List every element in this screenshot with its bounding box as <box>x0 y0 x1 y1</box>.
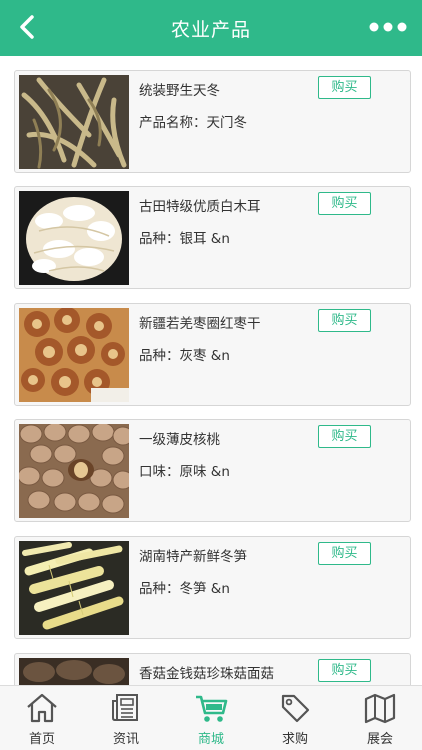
buy-button[interactable]: 购买 <box>318 192 371 215</box>
home-icon <box>27 693 57 723</box>
product-spec: 产品名称：天门冬 <box>139 115 247 131</box>
product-name: 一级薄皮核桃 <box>139 432 220 448</box>
buy-button[interactable]: 购买 <box>318 425 371 448</box>
tab-mall[interactable]: 商城 <box>169 686 253 750</box>
product-image-jujube-rings[interactable] <box>19 308 129 402</box>
product-card[interactable]: 统装野生天冬 产品名称：天门冬 购买 <box>14 70 411 173</box>
product-list[interactable]: 统装野生天冬 产品名称：天门冬 购买 古田特级优质白木耳 品种：银耳 &n 购买 <box>0 56 422 685</box>
product-image-white-fungus[interactable] <box>19 191 129 285</box>
tab-label: 首页 <box>28 732 55 747</box>
product-name: 统装野生天冬 <box>139 83 220 99</box>
tab-home[interactable]: 首页 <box>0 686 84 750</box>
tab-exhibition[interactable]: 展会 <box>338 686 422 750</box>
product-card[interactable]: 湖南特产新鲜冬笋 品种：冬笋 &n 购买 <box>14 536 411 639</box>
tab-label: 求购 <box>281 732 308 747</box>
header-bar: 农业产品 <box>0 0 422 56</box>
product-image-asparagus-root[interactable] <box>19 75 129 169</box>
buy-button[interactable]: 购买 <box>318 76 371 99</box>
product-card[interactable]: 古田特级优质白木耳 品种：银耳 &n 购买 <box>14 186 411 289</box>
cart-icon <box>196 695 228 722</box>
tag-icon <box>281 694 310 723</box>
product-name: 香菇金钱菇珍珠菇面菇 <box>139 666 274 682</box>
product-spec: 品种：冬笋 &n <box>139 581 230 597</box>
product-image-winter-bamboo-shoots[interactable] <box>19 541 129 635</box>
product-name: 湖南特产新鲜冬笋 <box>139 549 247 565</box>
product-card[interactable]: 香菇金钱菇珍珠菇面菇 购买 <box>14 653 411 685</box>
map-icon <box>364 693 396 724</box>
tab-purchase[interactable]: 求购 <box>253 686 337 750</box>
product-card[interactable]: 一级薄皮核桃 口味：原味 &n 购买 <box>14 419 411 522</box>
tab-news[interactable]: 资讯 <box>84 686 168 750</box>
buy-button[interactable]: 购买 <box>318 309 371 332</box>
product-name: 新疆若羌枣圈红枣干 <box>139 316 261 332</box>
tab-label: 展会 <box>366 732 393 747</box>
product-spec: 口味：原味 &n <box>139 464 230 480</box>
product-name: 古田特级优质白木耳 <box>139 199 261 215</box>
bottom-tab-bar: 首页 资讯 商城 求购 展会 <box>0 685 422 750</box>
product-spec: 品种：银耳 &n <box>139 231 230 247</box>
buy-button[interactable]: 购买 <box>318 659 371 682</box>
product-image-walnuts[interactable] <box>19 424 129 518</box>
product-card[interactable]: 新疆若羌枣圈红枣干 品种：灰枣 &n 购买 <box>14 303 411 406</box>
product-image-mushrooms[interactable] <box>19 658 129 685</box>
tab-label: 资讯 <box>112 732 139 747</box>
buy-button[interactable]: 购买 <box>318 542 371 565</box>
page-title: 农业产品 <box>170 19 251 41</box>
product-spec: 品种：灰枣 &n <box>139 348 230 364</box>
more-dots-icon[interactable] <box>368 17 408 37</box>
news-icon <box>112 694 138 721</box>
tab-label: 商城 <box>197 732 224 747</box>
